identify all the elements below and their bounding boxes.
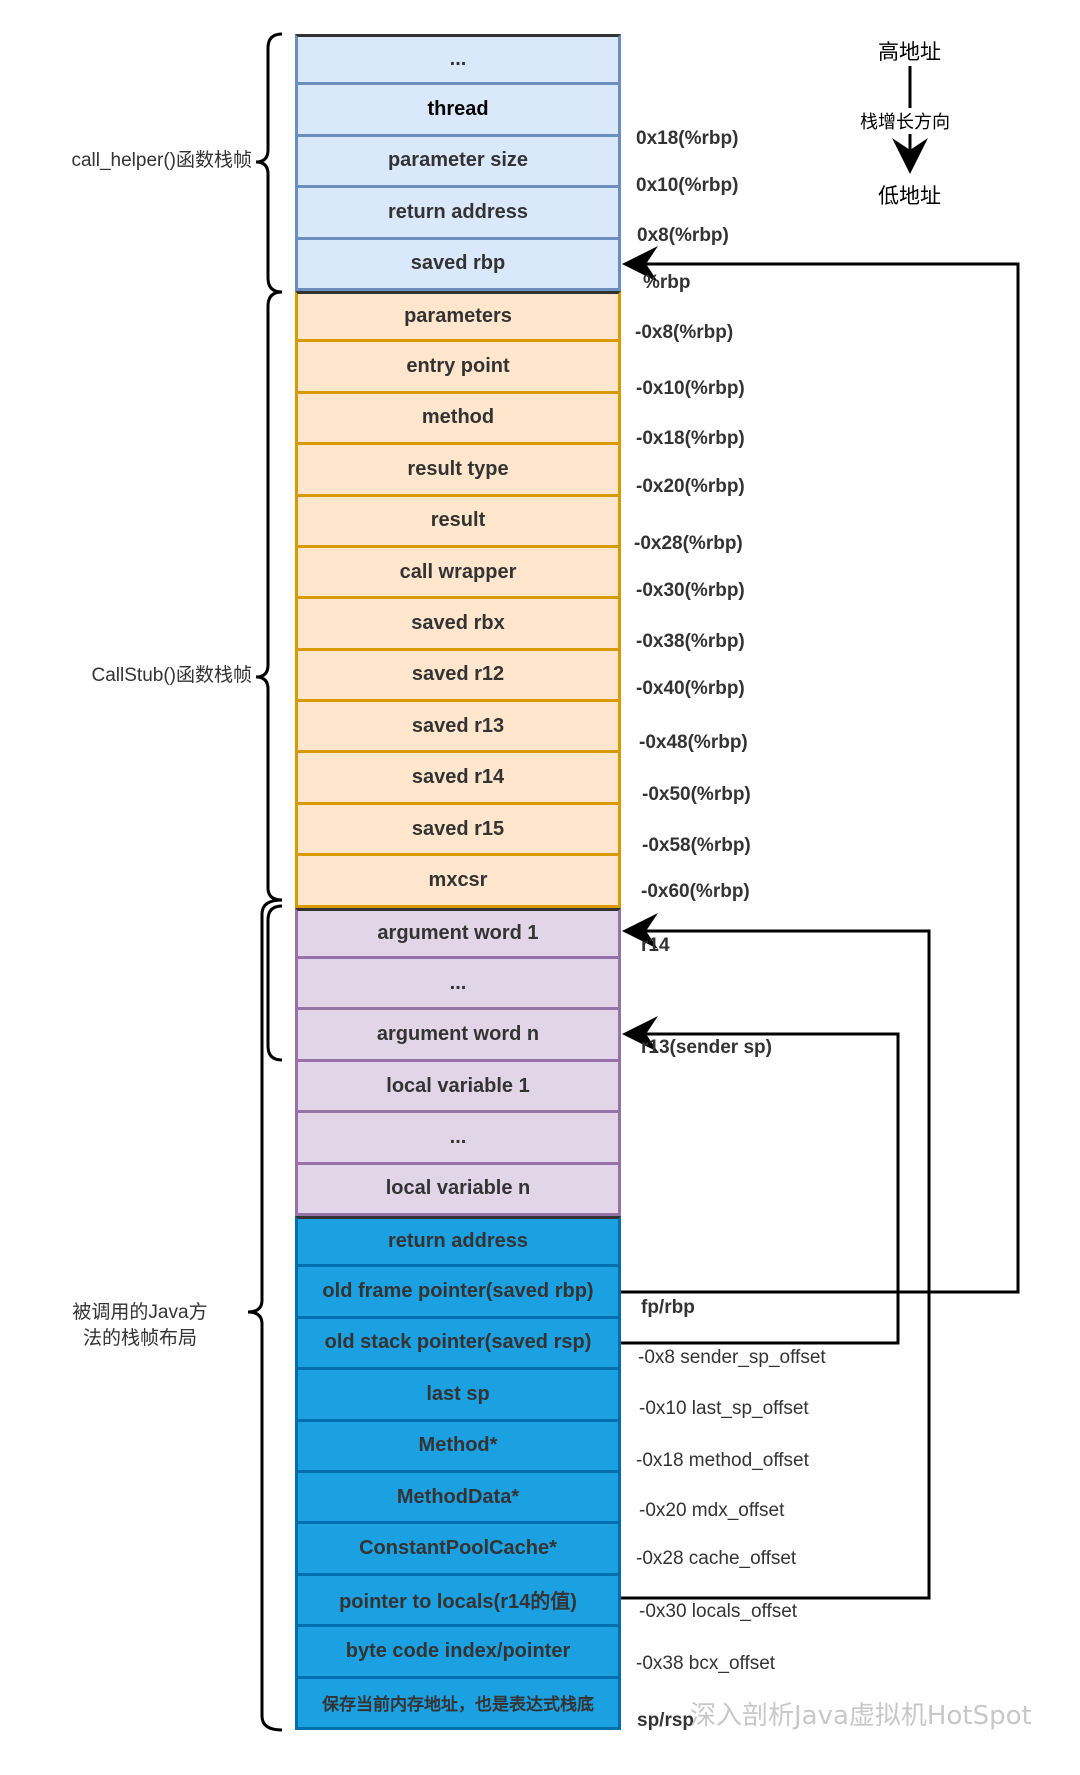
offset-label: -0x38(%rbp) — [636, 631, 745, 652]
brace-java-frame — [247, 898, 283, 1732]
stack-slot: saved r12 — [295, 650, 621, 703]
stack-slot: thread — [295, 85, 621, 137]
offset-label: fp/rbp — [641, 1297, 695, 1318]
offset-label: r14 — [641, 935, 670, 956]
stack-slot: pointer to locals(r14的值) — [295, 1575, 621, 1628]
stack-frame-diagram: ... thread parameter size return address sav… — [295, 34, 621, 1730]
stack-slot: return address — [295, 1215, 621, 1268]
stack-slot: call wrapper — [295, 547, 621, 600]
offset-label: -0x40(%rbp) — [636, 678, 745, 699]
offset-label: 0x8(%rbp) — [637, 225, 729, 246]
offset-label: r13(sender sp) — [641, 1037, 772, 1058]
stack-slot: saved r14 — [295, 753, 621, 805]
stack-slot: return address — [295, 188, 621, 240]
legend-low-address: 低地址 — [878, 184, 941, 208]
stack-slot: result — [295, 496, 621, 548]
stack-slot: last sp — [295, 1370, 621, 1422]
offset-label: -0x38 bcx_offset — [636, 1653, 776, 1674]
stack-slot: saved r13 — [295, 702, 621, 754]
offset-label: -0x18 method_offset — [636, 1450, 809, 1471]
offset-label: -0x10 last_sp_offset — [639, 1398, 809, 1419]
stack-slot: Method* — [295, 1421, 621, 1473]
group-label-callstub: CallStub()函数栈帧 — [91, 665, 252, 686]
stack-slot: MethodData* — [295, 1472, 621, 1525]
stack-slot: 保存当前内存地址，也是表达式栈底 — [295, 1678, 621, 1730]
brace-call-helper — [255, 32, 283, 294]
brace-callstub — [255, 290, 283, 902]
offset-label: -0x30 locals_offset — [639, 1601, 798, 1622]
watermark: 深入剖析Java虚拟机HotSpot — [690, 1701, 1032, 1731]
offset-label: -0x8 sender_sp_offset — [638, 1347, 826, 1368]
stack-slot: old stack pointer(saved rsp) — [295, 1318, 621, 1371]
stack-slot: ... — [295, 1113, 621, 1165]
stack-slot: ... — [295, 959, 621, 1011]
stack-slot: ConstantPoolCache* — [295, 1524, 621, 1576]
stack-slot: saved rbp — [295, 239, 621, 291]
arrow-fp-to-saved-rbp — [621, 246, 1020, 1294]
stack-slot: saved rbx — [295, 599, 621, 651]
group-label-java-frame: 被调用的Java方 法的栈帧布局 — [72, 1302, 208, 1349]
offset-label: -0x58(%rbp) — [642, 835, 751, 856]
stack-slot: parameter size — [295, 136, 621, 189]
offset-label: -0x20 mdx_offset — [639, 1500, 785, 1521]
stack-slot: result type — [295, 445, 621, 497]
offset-label: -0x20(%rbp) — [636, 476, 745, 497]
offset-label: -0x30(%rbp) — [636, 580, 745, 601]
offset-label: -0x60(%rbp) — [641, 881, 750, 902]
offset-label: -0x8(%rbp) — [635, 322, 734, 343]
offset-label: -0x28(%rbp) — [634, 533, 743, 554]
stack-slot: method — [295, 393, 621, 446]
group-label-call-helper: call_helper()函数栈帧 — [71, 150, 252, 171]
stack-slot: parameters — [295, 290, 621, 343]
brace-arguments — [266, 904, 283, 1062]
stack-slot: argument word 1 — [295, 907, 621, 960]
stack-slot: old frame pointer(saved rbp) — [295, 1267, 621, 1319]
legend-high-address: 高地址 — [878, 40, 941, 64]
stack-slot: local variable 1 — [295, 1061, 621, 1114]
stack-slot: local variable n — [295, 1164, 621, 1216]
stack-slot: mxcsr — [295, 856, 621, 908]
stack-slot: saved r15 — [295, 804, 621, 857]
stack-slot: argument word n — [295, 1010, 621, 1062]
stack-slot: byte code index/pointer — [295, 1627, 621, 1679]
offset-label: 0x10(%rbp) — [636, 175, 739, 196]
offset-label: -0x50(%rbp) — [642, 784, 751, 805]
offset-label: -0x10(%rbp) — [636, 378, 745, 399]
arrow-locals-to-arg1 — [621, 913, 931, 1600]
stack-slot: entry point — [295, 342, 621, 394]
offset-label: sp/rsp — [637, 1710, 695, 1731]
offset-label: %rbp — [643, 272, 691, 293]
stack-slot: ... — [295, 34, 621, 86]
offset-label: 0x18(%rbp) — [636, 128, 739, 149]
offset-label: -0x28 cache_offset — [636, 1548, 797, 1569]
offset-label: -0x18(%rbp) — [636, 428, 745, 449]
offset-label: -0x48(%rbp) — [639, 732, 748, 753]
legend-growth-direction: 栈增长方向 — [860, 108, 950, 134]
